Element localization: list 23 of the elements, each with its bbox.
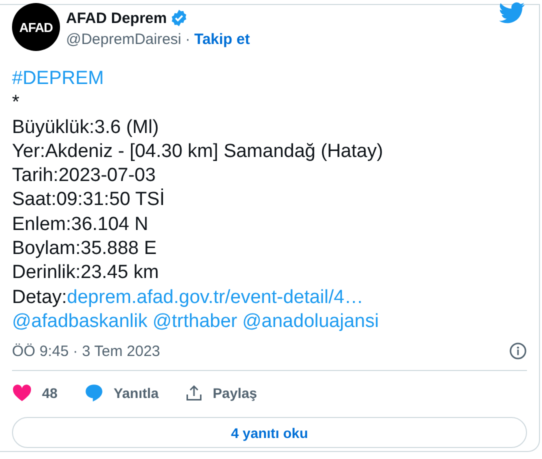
tweet-text: Detay: — [12, 286, 67, 310]
speech-bubble-icon — [84, 383, 104, 404]
tweet-text: Saat:09:31:50 TSİ — [12, 188, 165, 212]
share-button[interactable]: Paylaş — [184, 384, 258, 402]
follow-link[interactable]: Takip et — [194, 31, 250, 48]
tweet-text: Enlem:36.104 N — [12, 212, 148, 237]
read-replies-button[interactable]: 4 yanıtı oku — [12, 417, 527, 448]
tweet-text: Boylam:35.888 E — [12, 237, 157, 262]
share-icon — [184, 384, 203, 402]
author-handle[interactable]: @DepremDairesi — [66, 31, 182, 48]
bird-icon[interactable] — [499, 1, 525, 25]
separator-dot: · — [185, 31, 190, 48]
tweet-text: Tarih:2023-07-03 — [12, 164, 156, 188]
timestamp[interactable]: ÖÖ 9:45 · 3 Tem 2023 — [12, 342, 160, 360]
avatar[interactable]: AFAD — [12, 3, 60, 51]
tweet-text: Derinlik:23.45 km — [12, 261, 159, 286]
like-button[interactable]: 48 — [12, 384, 58, 402]
tweet-text: * — [12, 91, 20, 116]
reply-button[interactable]: Yanıtla — [84, 383, 159, 404]
author-name[interactable]: AFAD Deprem — [66, 10, 167, 26]
tweet-text: Büyüklük:3.6 (Ml) — [12, 116, 159, 140]
tweet-text: Yer:Akdeniz - [04.30 km] Samandağ (Hatay) — [12, 140, 384, 164]
info-icon[interactable] — [509, 342, 527, 360]
